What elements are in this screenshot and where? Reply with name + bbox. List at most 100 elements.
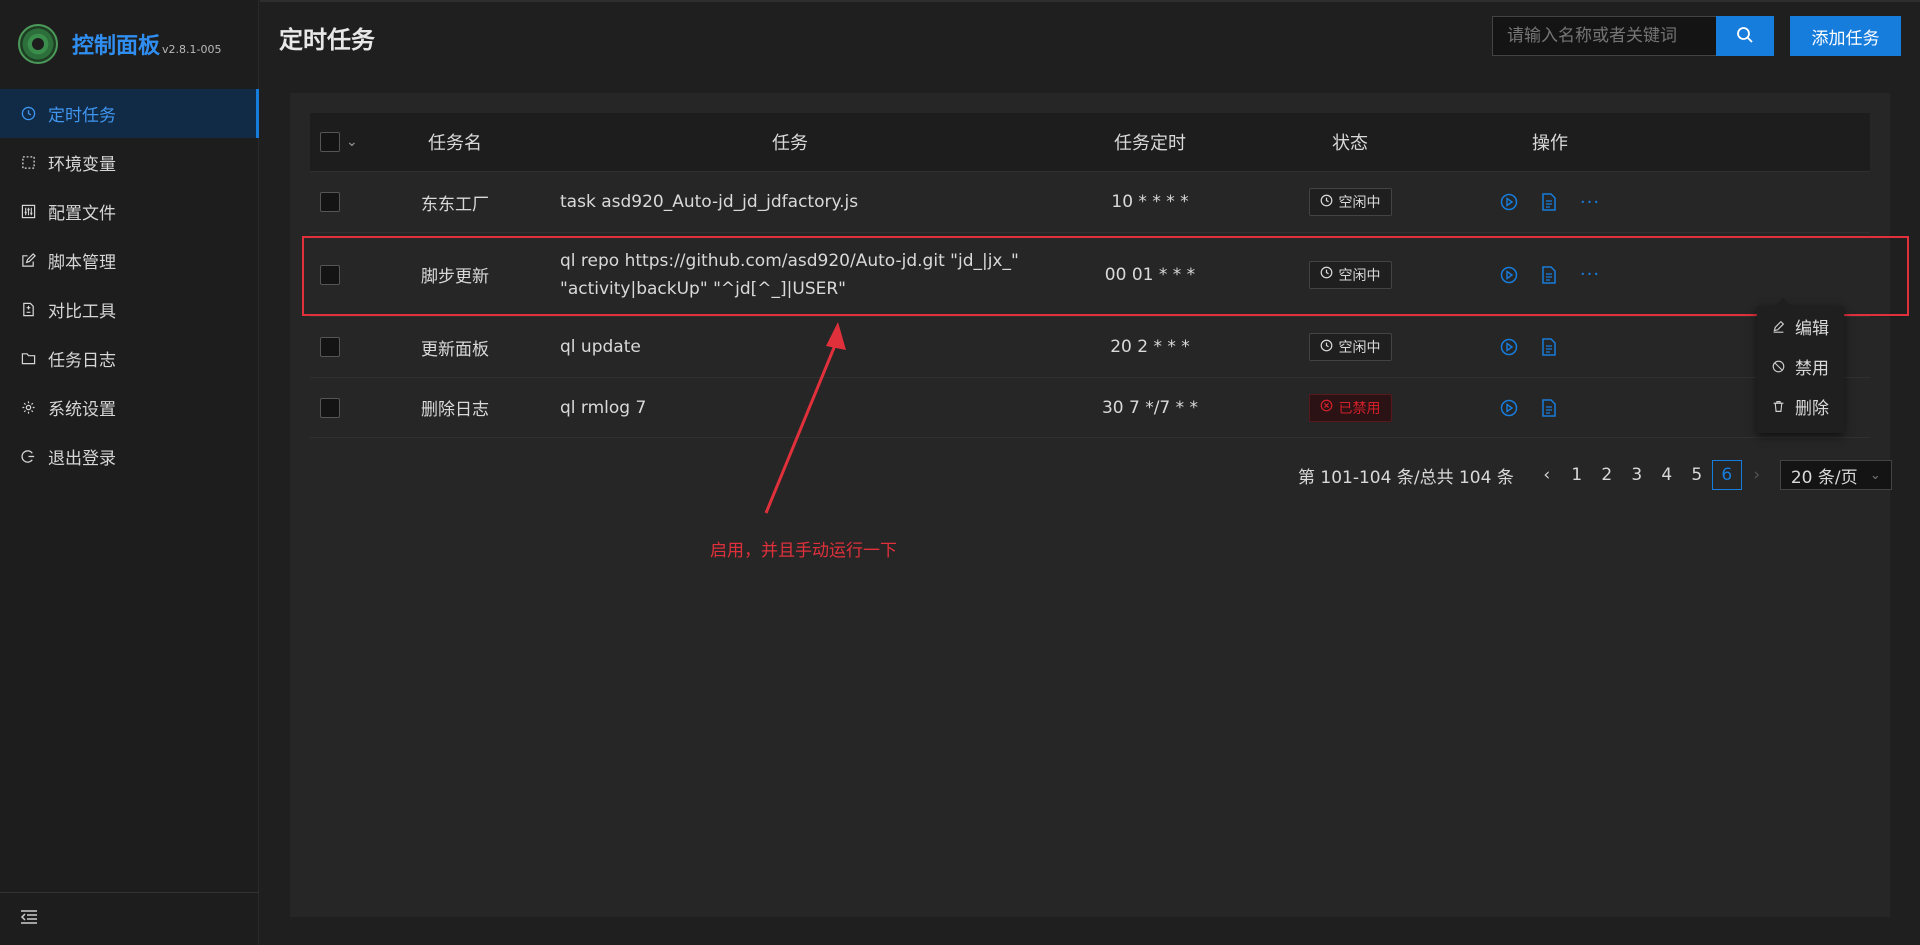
run-icon[interactable] (1500, 266, 1518, 284)
log-file-icon[interactable] (1540, 265, 1558, 284)
task-command: ql rmlog 7 (560, 397, 647, 418)
sidebar-item-cron[interactable]: 定时任务 (0, 89, 259, 138)
more-icon[interactable]: ··· (1580, 192, 1600, 213)
column-header-actions: 操作 (1532, 133, 1568, 154)
add-task-button[interactable]: 添加任务 (1790, 16, 1901, 56)
page-size-select[interactable]: 20 条/页 ⌄ (1779, 460, 1892, 490)
dropdown-item-disable[interactable]: 禁用 (1757, 346, 1844, 386)
task-command: ql update (560, 337, 641, 357)
sidebar-item-scripts[interactable]: 脚本管理 (0, 236, 259, 285)
diff-icon (20, 302, 36, 318)
table-row: 删除日志 ql rmlog 7 30 7 */7 * * 已禁用 ··· (310, 378, 1870, 438)
status-badge: 空闲中 (1308, 333, 1392, 361)
table-row: 更新面板 ql update 20 2 * * * 空闲中 ··· (310, 317, 1870, 378)
task-command: ql repo https://github.com/asd920/Auto-j… (560, 250, 1019, 299)
row-actions-dropdown: 编辑 禁用 删除 (1757, 306, 1844, 433)
row-actions: ··· (1450, 264, 1650, 285)
status-badge: 空闲中 (1308, 188, 1392, 216)
status-label: 空闲中 (1338, 267, 1381, 284)
page-number[interactable]: 4 (1652, 460, 1682, 490)
status-label: 空闲中 (1338, 340, 1381, 356)
search-input[interactable] (1492, 16, 1722, 56)
task-cron: 10 * * * * (1111, 192, 1189, 212)
page-header: 定时任务 添加任务 (260, 0, 1920, 66)
chevron-down-icon: ⌄ (1869, 467, 1881, 483)
sidebar-item-env[interactable]: 环境变量 (0, 138, 259, 187)
page-number[interactable]: 5 (1682, 460, 1712, 490)
page-number[interactable]: 2 (1592, 460, 1622, 490)
folder-icon (20, 351, 36, 367)
sidebar-item-label: 配置文件 (48, 204, 116, 224)
task-cron: 20 2 * * * (1110, 337, 1190, 357)
table-row: 东东工厂 task asd920_Auto-jd_jd_jdfactory.js… (310, 172, 1870, 233)
page-number[interactable]: 3 (1622, 460, 1652, 490)
page-number[interactable]: 1 (1562, 460, 1592, 490)
dashed-square-icon (20, 155, 36, 171)
gear-icon (20, 400, 36, 416)
row-actions: ··· (1450, 337, 1650, 358)
row-actions: ··· (1450, 397, 1650, 418)
status-cell: 空闲中 (1250, 188, 1450, 216)
sidebar-item-settings[interactable]: 系统设置 (0, 383, 259, 432)
row-checkbox[interactable] (320, 264, 340, 285)
pagination-total: 第 101-104 条/总共 104 条 (1298, 467, 1514, 488)
app-title: 控制面板 (72, 34, 161, 59)
status-label: 已禁用 (1338, 400, 1381, 417)
select-all-checkbox[interactable] (320, 132, 340, 152)
sidebar-item-logout[interactable]: 退出登录 (0, 432, 259, 481)
logo-icon (18, 24, 58, 64)
run-icon[interactable] (1500, 338, 1518, 356)
task-name: 更新面板 (421, 339, 489, 360)
clock-icon (20, 106, 36, 122)
chevron-down-icon[interactable]: ⌄ (346, 134, 358, 150)
page-title: 定时任务 (279, 26, 375, 54)
row-select-cell (310, 264, 380, 285)
search-icon (1736, 26, 1754, 47)
row-select-cell (310, 337, 380, 357)
next-page-icon[interactable]: › (1742, 465, 1772, 485)
task-name: 东东工厂 (421, 194, 489, 215)
table-header: ⌄ 任务名 任务 任务定时 状态 操作 (310, 113, 1870, 172)
header-select-cell: ⌄ (310, 132, 380, 152)
log-file-icon[interactable] (1540, 193, 1558, 211)
sidebar-item-diff[interactable]: 对比工具 (0, 285, 259, 334)
sidebar-collapse-button[interactable] (0, 892, 259, 945)
task-command: task asd920_Auto-jd_jd_jdfactory.js (560, 192, 859, 212)
log-file-icon[interactable] (1540, 338, 1558, 356)
page-size-value: 20 条/页 (1790, 467, 1858, 488)
task-table: ⌄ 任务名 任务 任务定时 状态 操作 东东工厂 task asd920_Aut… (310, 113, 1870, 438)
main-content: ⌄ 任务名 任务 任务定时 状态 操作 东东工厂 task asd920_Aut… (290, 93, 1890, 917)
sidebar-item-label: 任务日志 (48, 351, 116, 371)
pagination: 第 101-104 条/总共 104 条 ‹ 1 2 3 4 5 6 › 20 … (1298, 460, 1892, 490)
sidebar-item-logs[interactable]: 任务日志 (0, 334, 259, 383)
sidebar-item-label: 系统设置 (48, 400, 116, 420)
more-icon[interactable]: ··· (1580, 264, 1600, 285)
search-button[interactable] (1716, 16, 1774, 56)
clock-icon (1320, 339, 1333, 356)
menu-fold-icon (20, 909, 38, 930)
table-row: 脚步更新 ql repo https://github.com/asd920/A… (310, 233, 1870, 317)
run-icon[interactable] (1500, 399, 1518, 417)
log-file-icon[interactable] (1540, 398, 1558, 417)
sidebar-item-config[interactable]: 配置文件 (0, 187, 259, 236)
column-header-command: 任务 (772, 133, 808, 154)
trash-icon (1771, 399, 1785, 413)
prev-page-icon[interactable]: ‹ (1532, 465, 1562, 485)
row-checkbox[interactable] (320, 397, 340, 418)
sidebar-item-label: 环境变量 (48, 155, 116, 175)
row-checkbox[interactable] (320, 192, 340, 212)
clock-icon (1320, 194, 1333, 211)
clock-icon (1320, 266, 1333, 283)
page-number-current[interactable]: 6 (1711, 460, 1742, 490)
dropdown-item-label: 删除 (1795, 398, 1829, 419)
status-cell: 已禁用 (1250, 393, 1450, 422)
sidebar-item-label: 对比工具 (48, 302, 116, 322)
dropdown-item-edit[interactable]: 编辑 (1757, 306, 1844, 346)
dropdown-item-delete[interactable]: 删除 (1757, 386, 1844, 426)
row-actions: ··· (1450, 192, 1650, 213)
status-badge: 已禁用 (1308, 393, 1392, 422)
row-select-cell (310, 397, 380, 418)
run-icon[interactable] (1500, 193, 1518, 211)
sidebar: 控制面板 v2.8.1-005 定时任务 环境变量 配置文件 脚本管理 对比工具… (0, 0, 259, 945)
row-checkbox[interactable] (320, 337, 340, 357)
